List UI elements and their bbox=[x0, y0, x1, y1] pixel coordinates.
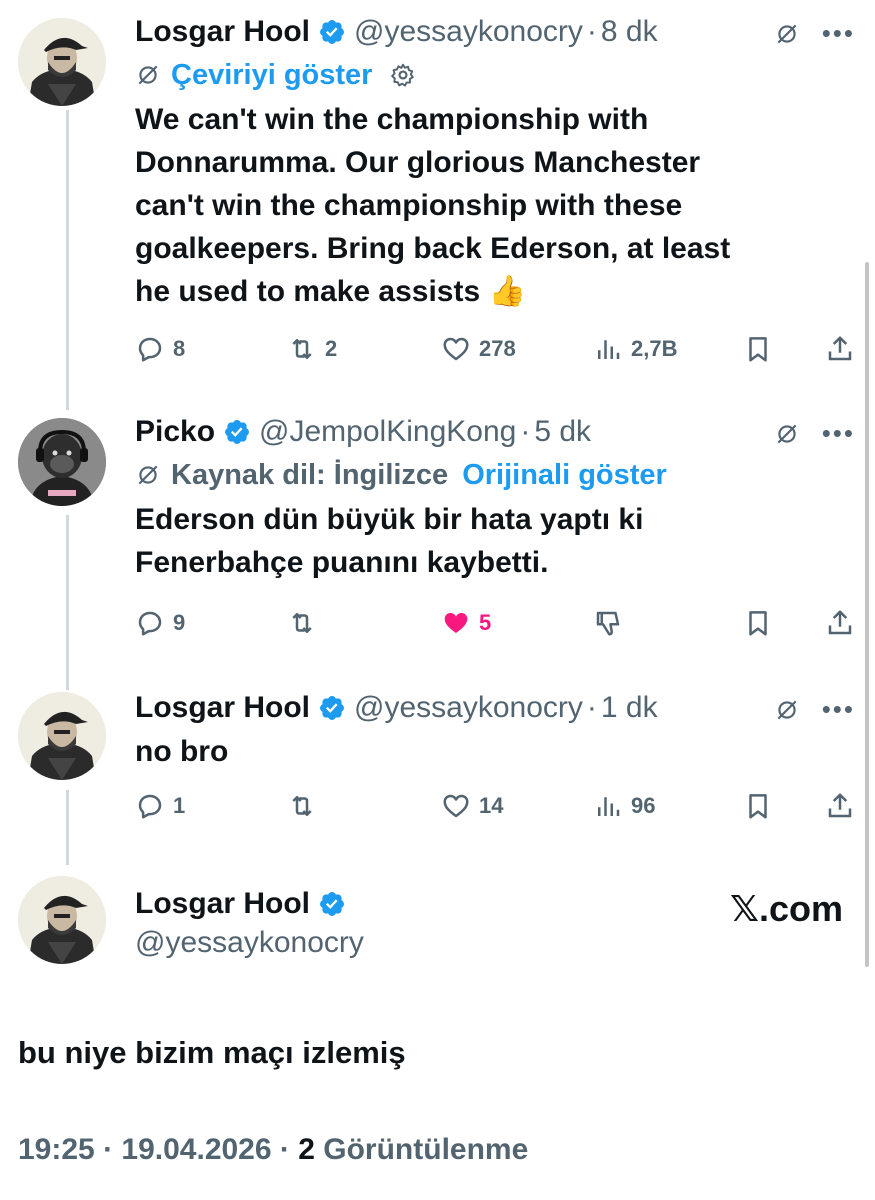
separator-dot: · bbox=[103, 1133, 122, 1166]
view-count: 2 bbox=[298, 1133, 315, 1166]
views-label: Görüntülenme bbox=[323, 1133, 529, 1166]
main-tweet-text: bu niye bizim maçı izlemiş bbox=[18, 1035, 406, 1070]
verified-badge-icon bbox=[320, 892, 344, 916]
tweet-time[interactable]: 19:25 bbox=[18, 1133, 95, 1166]
tweet-date[interactable]: 19.04.2026 bbox=[121, 1133, 271, 1166]
author-name[interactable]: Losgar Hool bbox=[135, 887, 310, 921]
tweet-meta: 19:25 · 19.04.2026 · 2 Görüntülenme bbox=[18, 1133, 528, 1167]
main-tweet: Losgar Hool @yessaykonocry 𝕏.com bu niye… bbox=[0, 0, 875, 1200]
x-com-watermark: 𝕏.com bbox=[729, 888, 843, 929]
author-handle[interactable]: @yessaykonocry bbox=[135, 926, 855, 960]
avatar-losgar[interactable] bbox=[18, 876, 106, 964]
separator-dot: · bbox=[279, 1133, 299, 1166]
